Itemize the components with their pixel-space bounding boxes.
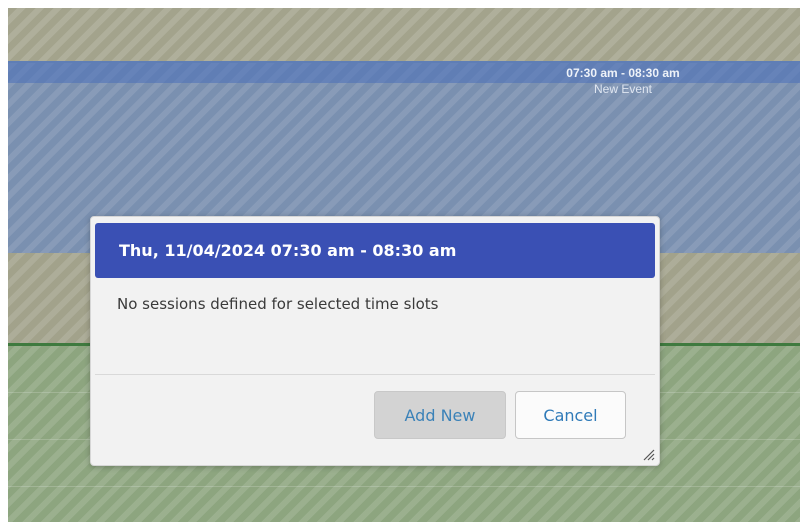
event-time-range: 07:30 am - 08:30 am xyxy=(566,66,680,80)
time-slot-row[interactable] xyxy=(8,8,800,61)
resize-grip-icon[interactable] xyxy=(641,447,655,461)
event-title: New Event xyxy=(593,82,653,96)
dialog-message: No sessions defined for selected time sl… xyxy=(117,295,439,313)
dialog-title: Thu, 11/04/2024 07:30 am - 08:30 am xyxy=(119,241,457,260)
session-dialog: Thu, 11/04/2024 07:30 am - 08:30 am No s… xyxy=(90,216,660,466)
cancel-button[interactable]: Cancel xyxy=(515,391,626,439)
dialog-header[interactable]: Thu, 11/04/2024 07:30 am - 08:30 am xyxy=(95,223,655,278)
dialog-divider xyxy=(95,374,655,375)
add-new-button[interactable]: Add New xyxy=(374,391,506,439)
